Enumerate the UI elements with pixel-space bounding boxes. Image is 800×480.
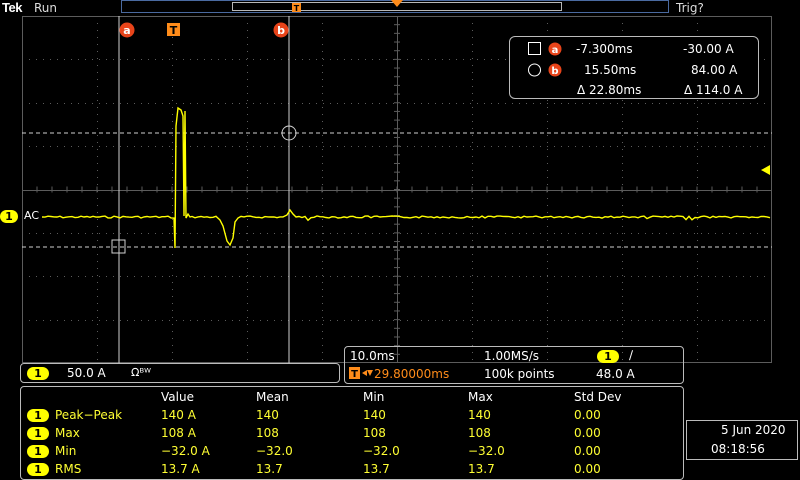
cursor-a-time: -7.300ms: [576, 42, 633, 56]
measurement-max: −32.0: [468, 444, 505, 458]
sample-rate: 1.00MS/s: [484, 349, 539, 363]
measurement-max: 140: [468, 408, 491, 422]
table-row[interactable]: 1 Max 108 A 108 108 108 0.00: [21, 425, 681, 443]
acquisition-state[interactable]: Run: [34, 1, 57, 15]
trigger-level: 48.0 A: [596, 367, 635, 381]
measurement-std: 0.00: [574, 408, 601, 422]
header-std-dev: Std Dev: [574, 390, 622, 404]
svg-text:T: T: [294, 4, 300, 13]
measurement-min: −32.0: [363, 444, 400, 458]
measurement-min: 140: [363, 408, 386, 422]
measurement-std: 0.00: [574, 462, 601, 476]
trigger-position-value: 29.80000ms: [374, 367, 450, 381]
measurement-name: Min: [55, 444, 77, 458]
cursor-b-letter: b: [277, 24, 285, 37]
measurement-max: 13.7: [468, 462, 495, 476]
measurement-name: RMS: [55, 462, 82, 476]
cursor-delta-time: Δ 22.80ms: [577, 83, 642, 97]
trigger-state: Trig?: [676, 1, 704, 15]
svg-text:b: b: [551, 66, 558, 77]
channel-1-ground-marker[interactable]: 1 AC: [0, 209, 44, 224]
table-row[interactable]: 1 Min −32.0 A −32.0 −32.0 −32.0 0.00: [21, 443, 681, 461]
measurement-value: 13.7 A: [161, 462, 200, 476]
date-label: 5 Jun 2020: [721, 423, 786, 437]
cursor-a-value: -30.00 A: [683, 42, 734, 56]
measurement-value: 108 A: [161, 426, 196, 440]
record-trigger-icon: T: [292, 3, 301, 13]
header-value: Value: [161, 390, 194, 404]
cursor-b-time: 15.50ms: [584, 63, 637, 77]
channel-1-readout[interactable]: 1 50.0 A Ωᴮᵂ: [20, 363, 340, 383]
cursor-b-value: 84.00 A: [691, 63, 738, 77]
cursor-b-marker[interactable]: b: [273, 22, 289, 38]
header-max: Max: [468, 390, 493, 404]
measurement-std: 0.00: [574, 426, 601, 440]
table-row[interactable]: 1 RMS 13.7 A 13.7 13.7 13.7 0.00: [21, 461, 681, 479]
record-length: 100k points: [484, 367, 555, 381]
trigger-position-marker[interactable]: T: [166, 22, 182, 38]
cursor-a-symbol-icon: a: [528, 42, 562, 56]
top-status-bar: Tek Run T Trig?: [0, 0, 800, 16]
header-mean: Mean: [256, 390, 289, 404]
svg-text:T: T: [351, 369, 358, 380]
trigger-marker-letter: T: [170, 24, 178, 37]
table-row[interactable]: 1 Peak−Peak 140 A 140 140 140 0.00: [21, 407, 681, 425]
channel-scale: 50.0 A: [67, 366, 106, 380]
measurement-mean: 108: [256, 426, 279, 440]
time-per-division: 10.0ms: [350, 349, 395, 363]
measurement-std: 0.00: [574, 444, 601, 458]
trigger-slope-icon: ∕: [629, 348, 634, 362]
cursor-b-symbol-icon: b: [528, 63, 562, 77]
cursor-delta-value: Δ 114.0 A: [684, 83, 743, 97]
waveform-trace: [41, 106, 771, 249]
measurement-name: Peak−Peak: [55, 408, 123, 422]
measurement-value: −32.0 A: [161, 444, 210, 458]
measurement-table[interactable]: Value Mean Min Max Std Dev 1 Peak−Peak 1…: [20, 386, 684, 480]
coupling-label: AC: [24, 209, 40, 222]
bandwidth-limit-icon: Ωᴮᵂ: [131, 366, 152, 379]
measurement-max: 108: [468, 426, 491, 440]
svg-text:a: a: [552, 45, 559, 56]
horizontal-trigger-readout[interactable]: 10.0ms 1.00MS/s 1 ∕ T 29.80000ms 100k po…: [344, 346, 684, 384]
brand-logo: Tek: [2, 0, 22, 15]
trigger-source-badge: 1: [597, 350, 619, 363]
measurement-mean: 13.7: [256, 462, 283, 476]
cursor-a-letter: a: [123, 24, 130, 37]
measurement-mean: −32.0: [256, 444, 293, 458]
measurement-value: 140 A: [161, 408, 196, 422]
date-time-display: 5 Jun 2020 08:18:56: [686, 420, 798, 460]
expansion-point-icon: [391, 0, 403, 7]
cursor-readout-panel: a -7.300ms -30.00 A b 15.50ms 84.00 A Δ …: [509, 36, 759, 99]
cursor-a-marker[interactable]: a: [119, 22, 135, 38]
measurement-min: 108: [363, 426, 386, 440]
measurement-name: Max: [55, 426, 80, 440]
header-min: Min: [363, 390, 385, 404]
trigger-level-arrow-icon[interactable]: [759, 164, 771, 176]
trigger-position-icon: T: [349, 367, 373, 380]
measurement-min: 13.7: [363, 462, 390, 476]
time-label: 08:18:56: [711, 442, 765, 456]
measurement-mean: 140: [256, 408, 279, 422]
